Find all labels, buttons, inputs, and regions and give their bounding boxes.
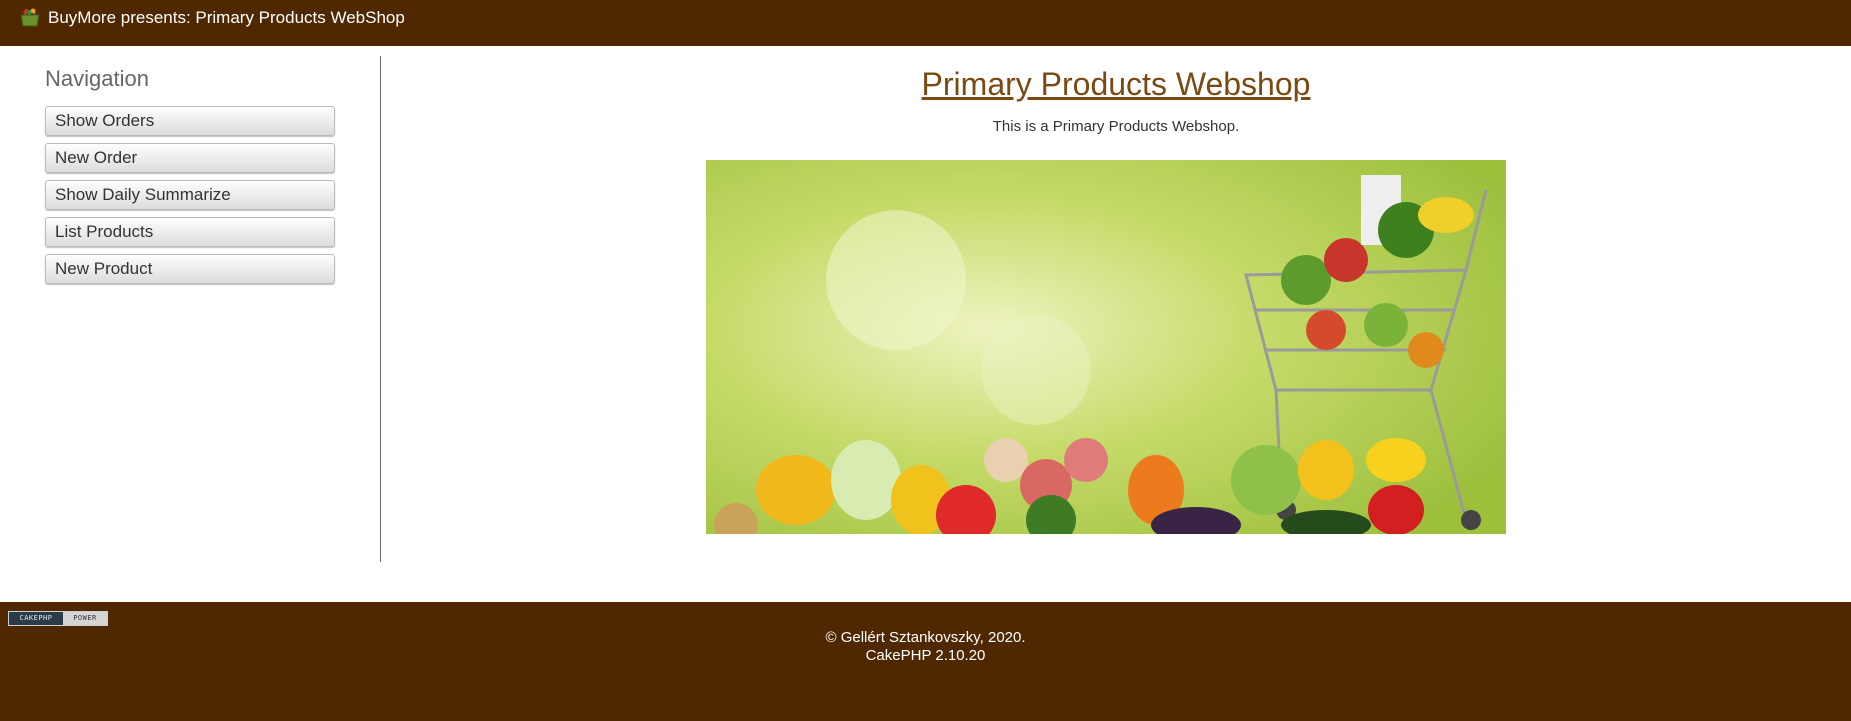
copyright-text: © Gellért Sztankovszky, 2020. — [825, 629, 1026, 646]
footer-text: © Gellért Sztankovszky, 2020. CakePHP 2.… — [0, 629, 1851, 665]
page-title: Primary Products Webshop — [381, 66, 1851, 103]
nav-show-orders-button[interactable]: Show Orders — [45, 106, 335, 136]
powered-badge-right: POWER — [63, 612, 107, 625]
site-title: BuyMore presents: Primary Products WebSh… — [48, 8, 405, 27]
site-header: BuyMore presents: Primary Products WebSh… — [0, 0, 1851, 46]
version-text: CakePHP 2.10.20 — [865, 647, 986, 664]
nav-list: Show Orders New Order Show Daily Summari… — [45, 106, 335, 291]
site-brand[interactable]: BuyMore presents: Primary Products WebSh… — [18, 6, 405, 30]
shopping-cart-vegetables-image — [706, 160, 1506, 534]
nav-show-daily-summarize-button[interactable]: Show Daily Summarize — [45, 180, 335, 210]
intro-text: This is a Primary Products Webshop. — [992, 118, 1240, 135]
page-title-link[interactable]: Primary Products Webshop — [922, 66, 1311, 102]
basket-icon — [20, 8, 40, 27]
nav-list-products-button[interactable]: List Products — [45, 217, 335, 247]
site-footer: CAKEPHP POWER © Gellért Sztankovszky, 20… — [0, 602, 1851, 721]
powered-badge-left: CAKEPHP — [9, 612, 63, 625]
cakephp-powered-badge[interactable]: CAKEPHP POWER — [8, 611, 108, 626]
nav-heading: Navigation — [45, 66, 149, 91]
main-content: Primary Products Webshop This is a Prima… — [381, 56, 1851, 562]
nav-new-order-button[interactable]: New Order — [45, 143, 335, 173]
nav-new-product-button[interactable]: New Product — [45, 254, 335, 284]
sidebar: Navigation Show Orders New Order Show Da… — [0, 56, 381, 562]
